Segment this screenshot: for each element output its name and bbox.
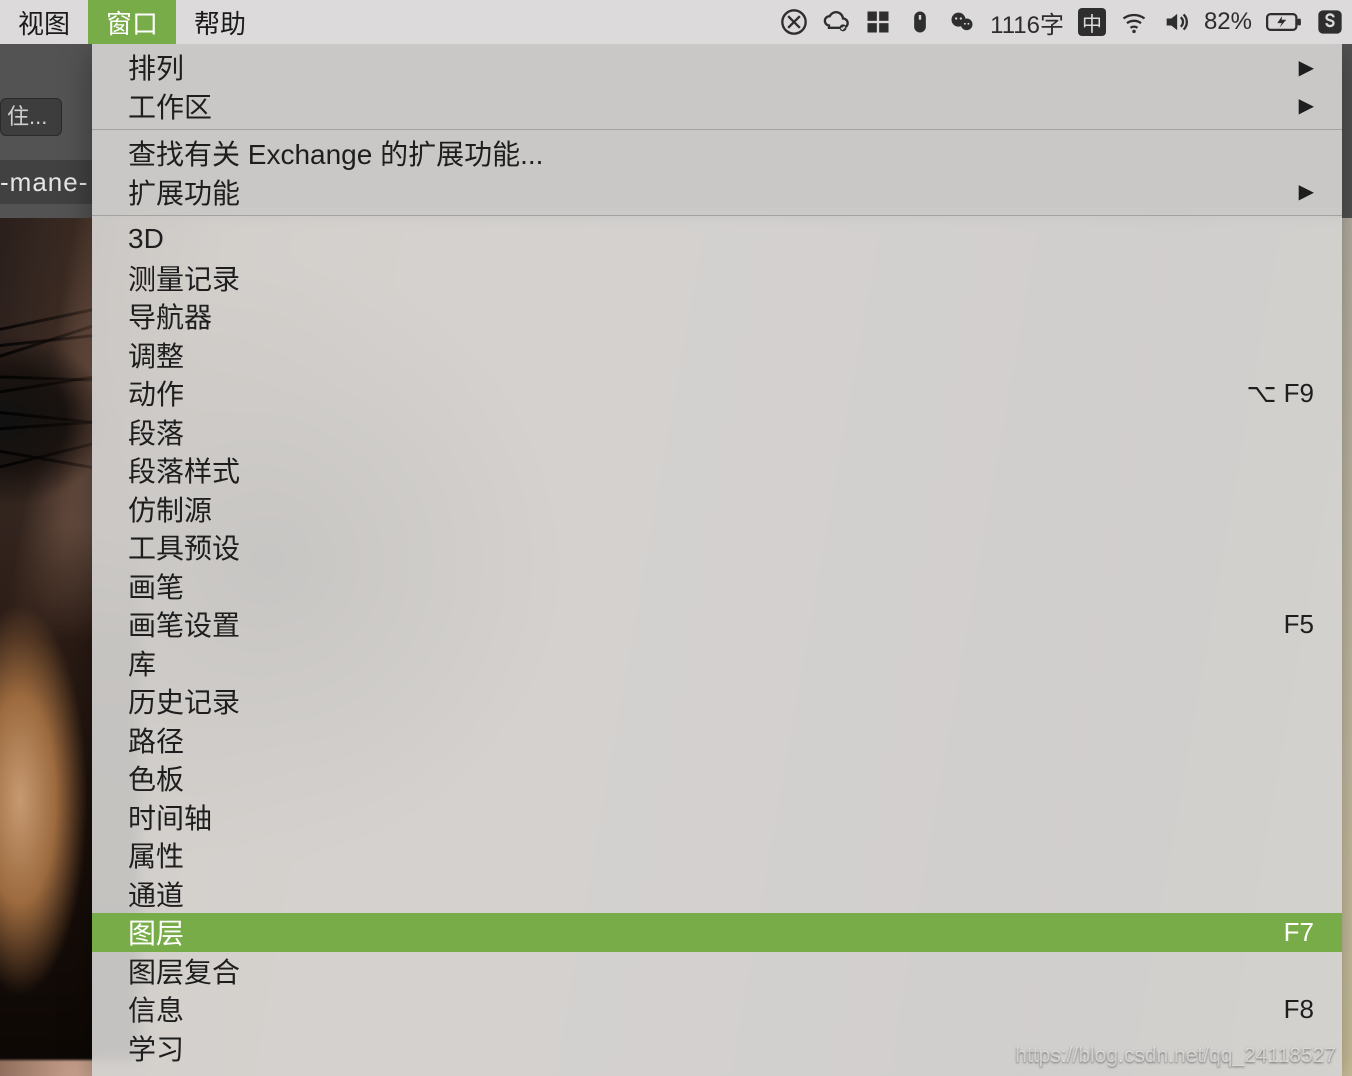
word-count-status[interactable]: 1116字 xyxy=(990,5,1064,40)
menubar-item-label: 视图 xyxy=(18,4,70,41)
submenu-arrow-icon: ▶ xyxy=(1299,179,1314,204)
menu-item-shortcut: F5 xyxy=(1284,609,1314,640)
menu-item[interactable]: 画笔 xyxy=(92,567,1342,606)
menu-item-label: 调整 xyxy=(128,335,1314,375)
watermark-text: https://blog.csdn.net/qq_24118527 xyxy=(1015,1044,1336,1068)
menu-item-label: 图层复合 xyxy=(128,951,1314,991)
s-app-icon[interactable] xyxy=(1316,8,1344,36)
menu-item-label: 查找有关 Exchange 的扩展功能... xyxy=(128,133,1314,173)
menu-item[interactable]: 画笔设置F5 xyxy=(92,605,1342,644)
menu-item-shortcut: F7 xyxy=(1284,917,1314,948)
menu-item-shortcut: F8 xyxy=(1284,994,1314,1025)
menu-item[interactable]: 图层复合 xyxy=(92,952,1342,991)
menu-item[interactable]: 测量记录 xyxy=(92,259,1342,298)
menu-item[interactable]: 扩展功能▶ xyxy=(92,173,1342,212)
menu-item[interactable]: 色板 xyxy=(92,759,1342,798)
menu-item[interactable]: 信息F8 xyxy=(92,990,1342,1029)
menu-item-label: 信息 xyxy=(128,989,1284,1029)
menu-item-label: 色板 xyxy=(128,758,1314,798)
menu-item[interactable]: 动作⌥ F9 xyxy=(92,374,1342,413)
menu-item[interactable]: 段落样式 xyxy=(92,451,1342,490)
menu-item[interactable]: 仿制源 xyxy=(92,490,1342,529)
mouse-icon[interactable] xyxy=(906,8,934,36)
menu-item[interactable]: 调整 xyxy=(92,336,1342,375)
menu-item-label: 图层 xyxy=(128,912,1284,952)
menu-item[interactable]: 工作区▶ xyxy=(92,87,1342,126)
document-tab-label: -mane- xyxy=(0,167,88,197)
menu-item-label: 库 xyxy=(128,643,1314,683)
battery-percent-status[interactable]: 82% xyxy=(1204,8,1252,36)
menu-item-label: 测量记录 xyxy=(128,258,1314,298)
menu-item-label: 画笔设置 xyxy=(128,604,1284,644)
option-field-fragment[interactable]: 住... xyxy=(0,98,62,136)
menu-item[interactable]: 3D xyxy=(92,220,1342,259)
wifi-icon[interactable] xyxy=(1120,8,1148,36)
menu-item-label: 工作区 xyxy=(128,86,1299,126)
menu-item[interactable]: 历史记录 xyxy=(92,682,1342,721)
option-field-text: 住... xyxy=(7,104,47,129)
menubar-item-label: 窗口 xyxy=(106,4,158,41)
document-tab-fragment[interactable]: -mane- xyxy=(0,160,92,204)
menu-item-label: 属性 xyxy=(128,835,1314,875)
app-toolbar-fragment: 住... xyxy=(0,44,92,144)
layout-grid-icon[interactable] xyxy=(864,8,892,36)
menubar-item-view[interactable]: 视图 xyxy=(0,0,88,44)
volume-icon[interactable] xyxy=(1162,8,1190,36)
menu-item-label: 工具预设 xyxy=(128,527,1314,567)
menu-item-label: 3D xyxy=(128,223,1314,255)
menu-item-label: 画笔 xyxy=(128,566,1314,606)
menubar: 视图 窗口 帮助 1116字 中 82% xyxy=(0,0,1352,44)
menu-item-label: 段落 xyxy=(128,412,1314,452)
menu-separator xyxy=(92,215,1342,216)
cloud-sync-icon[interactable] xyxy=(822,8,850,36)
menu-item-label: 时间轴 xyxy=(128,797,1314,837)
menu-item-label: 段落样式 xyxy=(128,450,1314,490)
menu-item[interactable]: 属性 xyxy=(92,836,1342,875)
menubar-item-help[interactable]: 帮助 xyxy=(176,0,264,44)
window-menu-dropdown: 排列▶工作区▶查找有关 Exchange 的扩展功能...扩展功能▶3D测量记录… xyxy=(92,44,1342,1076)
menu-item-label: 通道 xyxy=(128,874,1314,914)
menu-separator xyxy=(92,129,1342,130)
menu-item-label: 历史记录 xyxy=(128,681,1314,721)
menu-item-label: 路径 xyxy=(128,720,1314,760)
menu-item-label: 仿制源 xyxy=(128,489,1314,529)
menu-item[interactable]: 图层F7 xyxy=(92,913,1342,952)
menu-item[interactable]: 通道 xyxy=(92,875,1342,914)
menu-item[interactable]: 导航器 xyxy=(92,297,1342,336)
menu-item[interactable]: 段落 xyxy=(92,413,1342,452)
menu-item[interactable]: 排列▶ xyxy=(92,48,1342,87)
menubar-status-area: 1116字 中 82% xyxy=(780,0,1352,44)
menu-item-shortcut: ⌥ F9 xyxy=(1246,378,1314,409)
menu-item[interactable]: 库 xyxy=(92,644,1342,683)
menu-item-label: 导航器 xyxy=(128,296,1314,336)
input-method-icon[interactable]: 中 xyxy=(1078,8,1106,36)
battery-charging-icon[interactable] xyxy=(1266,8,1302,36)
scissors-icon[interactable] xyxy=(780,8,808,36)
menu-item-label: 扩展功能 xyxy=(128,172,1299,212)
menu-item[interactable]: 查找有关 Exchange 的扩展功能... xyxy=(92,134,1342,173)
menubar-item-label: 帮助 xyxy=(194,4,246,41)
menu-item[interactable]: 时间轴 xyxy=(92,798,1342,837)
menu-item-label: 动作 xyxy=(128,373,1246,413)
menu-item[interactable]: 路径 xyxy=(92,721,1342,760)
submenu-arrow-icon: ▶ xyxy=(1299,93,1314,118)
menu-item[interactable]: 工具预设 xyxy=(92,528,1342,567)
submenu-arrow-icon: ▶ xyxy=(1299,55,1314,80)
wechat-icon[interactable] xyxy=(948,8,976,36)
menu-item-label: 排列 xyxy=(128,47,1299,87)
menubar-left: 视图 窗口 帮助 xyxy=(0,0,264,44)
menubar-item-window[interactable]: 窗口 xyxy=(88,0,176,44)
